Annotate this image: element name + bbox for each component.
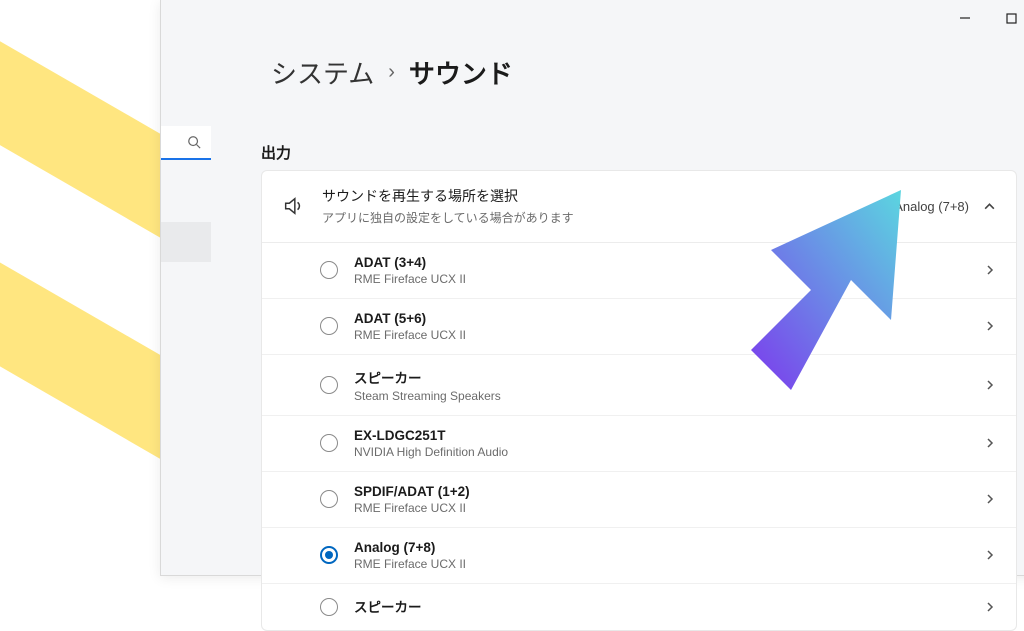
radio-button[interactable]: [320, 490, 338, 508]
chevron-right-icon[interactable]: [984, 320, 996, 332]
maximize-button[interactable]: [988, 0, 1024, 36]
speaker-icon: [282, 195, 304, 217]
device-name: ADAT (3+4): [354, 255, 968, 270]
output-section-label: 出力: [261, 142, 291, 163]
device-desc: NVIDIA High Definition Audio: [354, 445, 968, 459]
output-header-text: サウンドを再生する場所を選択 アプリに独自の設定をしている場合があります: [322, 187, 876, 226]
radio-button[interactable]: [320, 434, 338, 452]
device-row[interactable]: Analog (7+8) RME Fireface UCX II: [262, 528, 1016, 584]
chevron-right-icon[interactable]: [984, 437, 996, 449]
search-input[interactable]: [161, 126, 211, 160]
device-row[interactable]: ADAT (5+6) RME Fireface UCX II: [262, 299, 1016, 355]
output-device-card: サウンドを再生する場所を選択 アプリに独自の設定をしている場合があります Ana…: [261, 170, 1017, 631]
device-desc: RME Fireface UCX II: [354, 272, 968, 286]
radio-button[interactable]: [320, 598, 338, 616]
window-titlebar: [942, 0, 1024, 36]
breadcrumb-current: サウンド: [409, 54, 513, 91]
chevron-right-icon[interactable]: [984, 601, 996, 613]
minimize-button[interactable]: [942, 0, 988, 36]
settings-window: システム › サウンド 出力 サウンドを再生する場所を選択 アプリに独自の設定を…: [160, 0, 1024, 576]
radio-button[interactable]: [320, 546, 338, 564]
device-text: Analog (7+8) RME Fireface UCX II: [354, 540, 968, 571]
device-text: ADAT (3+4) RME Fireface UCX II: [354, 255, 968, 286]
device-row[interactable]: スピーカー: [262, 584, 1016, 630]
breadcrumb-parent[interactable]: システム: [271, 54, 374, 91]
device-text: スピーカー Steam Streaming Speakers: [354, 367, 968, 403]
selected-output-label: Analog (7+8): [894, 199, 969, 214]
device-name: EX-LDGC251T: [354, 428, 968, 443]
device-name: SPDIF/ADAT (1+2): [354, 484, 968, 499]
device-text: EX-LDGC251T NVIDIA High Definition Audio: [354, 428, 968, 459]
device-desc: RME Fireface UCX II: [354, 501, 968, 515]
device-name: Analog (7+8): [354, 540, 968, 555]
chevron-right-icon[interactable]: [984, 264, 996, 276]
chevron-up-icon: [983, 200, 996, 213]
device-name: ADAT (5+6): [354, 311, 968, 326]
output-device-header[interactable]: サウンドを再生する場所を選択 アプリに独自の設定をしている場合があります Ana…: [262, 171, 1016, 243]
device-row[interactable]: SPDIF/ADAT (1+2) RME Fireface UCX II: [262, 472, 1016, 528]
search-icon: [187, 135, 201, 149]
device-text: スピーカー: [354, 596, 968, 618]
radio-button[interactable]: [320, 317, 338, 335]
device-name: スピーカー: [354, 596, 968, 616]
radio-button[interactable]: [320, 376, 338, 394]
chevron-right-icon[interactable]: [984, 379, 996, 391]
chevron-right-icon[interactable]: [984, 549, 996, 561]
device-row[interactable]: ADAT (3+4) RME Fireface UCX II: [262, 243, 1016, 299]
breadcrumb: システム › サウンド: [271, 54, 513, 91]
chevron-right-icon: ›: [388, 61, 395, 84]
device-row[interactable]: EX-LDGC251T NVIDIA High Definition Audio: [262, 416, 1016, 472]
device-text: ADAT (5+6) RME Fireface UCX II: [354, 311, 968, 342]
output-header-subtitle: アプリに独自の設定をしている場合があります: [322, 209, 876, 226]
chevron-right-icon[interactable]: [984, 493, 996, 505]
device-desc: Steam Streaming Speakers: [354, 389, 968, 403]
radio-button[interactable]: [320, 261, 338, 279]
device-desc: RME Fireface UCX II: [354, 557, 968, 571]
device-text: SPDIF/ADAT (1+2) RME Fireface UCX II: [354, 484, 968, 515]
output-header-title: サウンドを再生する場所を選択: [322, 187, 876, 207]
device-desc: RME Fireface UCX II: [354, 328, 968, 342]
device-row[interactable]: スピーカー Steam Streaming Speakers: [262, 355, 1016, 416]
device-name: スピーカー: [354, 367, 968, 387]
sidebar-item-selected[interactable]: [161, 222, 211, 262]
sidebar: [161, 126, 211, 576]
